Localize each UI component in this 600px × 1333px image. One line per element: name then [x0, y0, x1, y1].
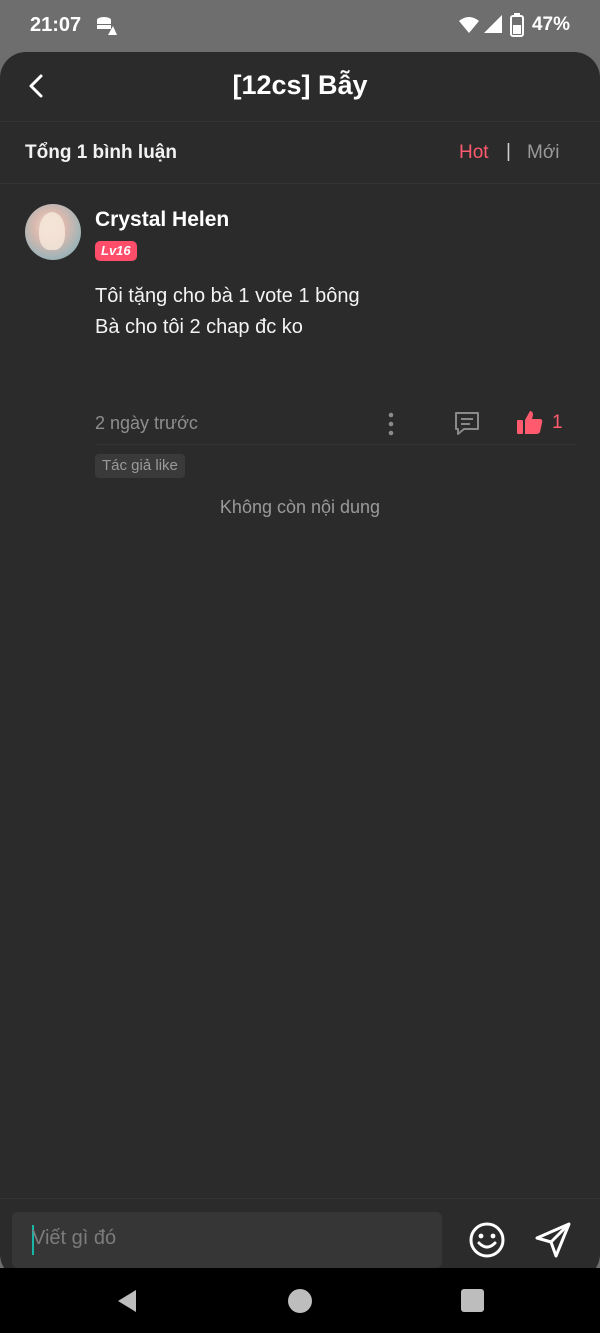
- comment-text-line: Bà cho tôi 2 chap đc ko: [95, 316, 303, 338]
- status-time: 21:07: [30, 14, 82, 36]
- comment-input[interactable]: Viết gì đó: [12, 1212, 442, 1268]
- comment-input-placeholder: Viết gì đó: [32, 1227, 117, 1249]
- system-nav-bar: [0, 1268, 600, 1333]
- comment-text-line: Tôi tặng cho bà 1 vote 1 bông: [95, 285, 360, 307]
- comment-user-name[interactable]: Crystal Helen: [95, 208, 229, 232]
- nav-recents-button[interactable]: [461, 1289, 484, 1312]
- avatar[interactable]: [25, 204, 81, 260]
- comment-text: Tôi tặng cho bà 1 vote 1 bông Bà cho tôi…: [95, 281, 360, 343]
- thumbs-up-icon: [517, 411, 543, 434]
- battery-icon: [510, 13, 524, 42]
- emoji-button[interactable]: [466, 1219, 508, 1261]
- comment-time: 2 ngày trước: [95, 413, 198, 433]
- send-icon: [535, 1222, 571, 1258]
- more-options-button[interactable]: [384, 411, 398, 437]
- like-count: 1: [552, 412, 563, 433]
- page-title: [12cs] Bẫy: [232, 70, 368, 100]
- battery-percent: 47%: [531, 14, 570, 35]
- total-comments-label: Tổng 1 bình luận: [25, 142, 177, 163]
- like-button[interactable]: 1: [515, 408, 567, 438]
- status-bar: 21:07 47%: [0, 0, 600, 52]
- end-of-content-label: Không còn nội dung: [219, 497, 381, 517]
- comments-summary-bar: Tổng 1 bình luận Hot | Mới: [0, 122, 600, 184]
- header: [12cs] Bẫy: [0, 52, 600, 122]
- signal-icon: [484, 15, 502, 38]
- comment-icon: [455, 412, 479, 435]
- data-saver-icon: [95, 15, 117, 42]
- reply-button[interactable]: [452, 408, 482, 438]
- comments-sheet: [12cs] Bẫy Tổng 1 bình luận Hot | Mới Cr…: [0, 52, 600, 1280]
- nav-home-button[interactable]: [288, 1289, 312, 1313]
- nav-back-button[interactable]: [114, 1288, 140, 1314]
- level-badge: Lv16: [95, 241, 137, 261]
- triangle-back-icon: [118, 1290, 136, 1312]
- smiley-icon: [469, 1222, 505, 1258]
- comment-item: Crystal Helen Lv16 Tôi tặng cho bà 1 vot…: [0, 184, 600, 478]
- send-button[interactable]: [532, 1219, 574, 1261]
- more-vertical-icon: [388, 412, 394, 436]
- sort-hot-tab[interactable]: Hot: [459, 142, 489, 164]
- wifi-icon: [458, 15, 480, 40]
- sort-separator: |: [506, 141, 511, 162]
- sort-new-tab[interactable]: Mới: [527, 142, 560, 164]
- author-liked-tag: Tác giả like: [95, 454, 185, 478]
- comment-divider: [95, 444, 576, 445]
